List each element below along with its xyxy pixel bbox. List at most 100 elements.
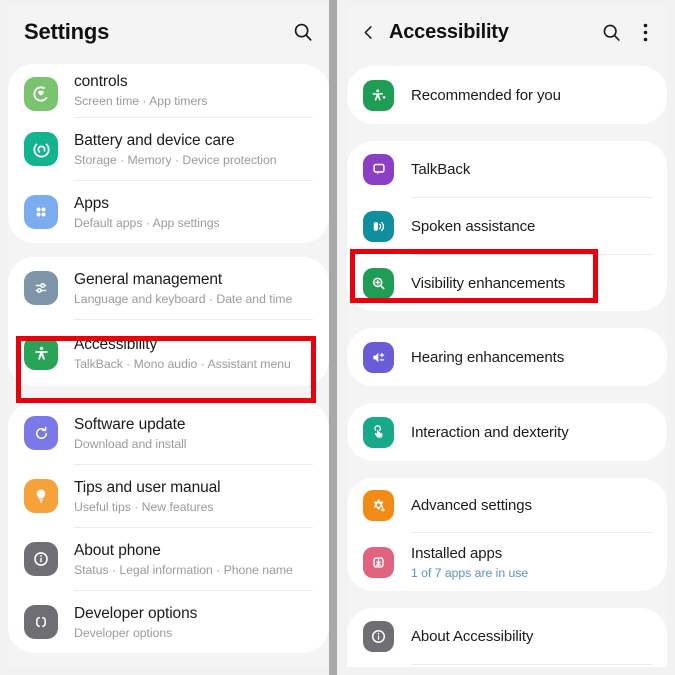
item-subtitle: Language and keyboard · Date and time xyxy=(74,291,293,306)
accessibility-group: About Accessibility Contact us xyxy=(347,608,667,667)
page-title: Settings xyxy=(24,19,110,44)
item-title: About Accessibility xyxy=(411,627,534,645)
dual-screenshot: Settings controls Screen time · App time… xyxy=(0,0,675,675)
item-title: Interaction and dexterity xyxy=(411,423,569,441)
accessibility-item-about-accessibility[interactable]: About Accessibility xyxy=(347,608,667,664)
accessibility-group: Interaction and dexterity xyxy=(347,403,667,461)
search-icon[interactable] xyxy=(599,20,623,44)
accessibility-heart-icon xyxy=(363,79,394,111)
item-title: Accessibility xyxy=(74,335,158,353)
settings-item-accessibility[interactable]: Accessibility TalkBack · Mono audio · As… xyxy=(8,320,329,386)
settings-item-text: Apps Default apps · App settings xyxy=(74,186,313,239)
chevron-left-icon[interactable] xyxy=(357,19,379,45)
accessibility-header-actions xyxy=(599,20,653,44)
accessibility-item-text: Recommended for you xyxy=(411,78,651,113)
item-title: Software update xyxy=(74,415,186,433)
item-title: controls xyxy=(74,73,128,90)
search-icon[interactable] xyxy=(291,20,315,44)
settings-screen: Settings controls Screen time · App time… xyxy=(0,0,337,675)
item-title: Visibility enhancements xyxy=(411,274,566,292)
item-subtitle: Screen time · App timers xyxy=(74,94,208,108)
device-care-icon xyxy=(24,132,58,166)
item-title: TalkBack xyxy=(411,160,471,178)
item-title: General management xyxy=(74,270,223,288)
accessibility-screen-content: Accessibility Recommended for you TalkBa… xyxy=(347,6,667,667)
settings-item-battery-and-device-care[interactable]: Battery and device care Storage · Memory… xyxy=(8,118,329,180)
settings-item-software-update[interactable]: Software update Download and install xyxy=(8,402,329,464)
accessibility-item-spoken-assistance[interactable]: Spoken assistance xyxy=(347,198,667,254)
settings-header-actions xyxy=(291,20,315,44)
apps-grid-icon xyxy=(24,195,58,229)
settings-header: Settings xyxy=(8,6,329,58)
accessibility-item-talkback[interactable]: TalkBack xyxy=(347,141,667,197)
info-circle-icon xyxy=(24,542,58,576)
item-subtitle: Developer options xyxy=(74,625,173,640)
accessibility-item-text: Spoken assistance xyxy=(411,209,651,244)
page-title: Accessibility xyxy=(389,20,509,43)
item-title: Tips and user manual xyxy=(74,478,221,496)
accessibility-item-interaction-and-dexterity[interactable]: Interaction and dexterity xyxy=(347,403,667,461)
accessibility-item-visibility-enhancements[interactable]: Visibility enhancements xyxy=(347,255,667,311)
settings-item-controls[interactable]: controls Screen time · App timers xyxy=(8,64,329,117)
item-title: Spoken assistance xyxy=(411,217,536,235)
accessibility-item-text: Hearing enhancements xyxy=(411,340,651,375)
settings-group: controls Screen time · App timers Batter… xyxy=(8,64,329,243)
item-subtitle: Storage · Memory · Device protection xyxy=(74,152,277,167)
code-braces-icon xyxy=(24,605,58,639)
accessibility-item-text: About Accessibility xyxy=(411,619,651,654)
accessibility-screen: Accessibility Recommended for you TalkBa… xyxy=(337,0,675,675)
item-title: About phone xyxy=(74,541,161,559)
settings-item-text: Accessibility TalkBack · Mono audio · As… xyxy=(74,327,313,380)
item-title: Installed apps xyxy=(411,544,503,562)
settings-item-developer-options[interactable]: Developer options Developer options xyxy=(8,591,329,653)
info-circle-icon xyxy=(363,620,394,652)
settings-item-about-phone[interactable]: About phone Status · Legal information ·… xyxy=(8,528,329,590)
item-title: Apps xyxy=(74,194,109,212)
accessibility-item-hearing-enhancements[interactable]: Hearing enhancements xyxy=(347,328,667,386)
settings-screen-content: Settings controls Screen time · App time… xyxy=(8,6,329,667)
accessibility-item-installed-apps[interactable]: Installed apps 1 of 7 apps are in use xyxy=(347,533,667,591)
settings-item-apps[interactable]: Apps Default apps · App settings xyxy=(8,181,329,243)
settings-item-text: Battery and device care Storage · Memory… xyxy=(74,123,313,176)
accessibility-item-text: TalkBack xyxy=(411,152,651,187)
speech-bubble-icon xyxy=(363,153,394,185)
settings-group: Software update Download and install Tip… xyxy=(8,402,329,653)
settings-item-text: controls Screen time · App timers xyxy=(74,64,313,117)
gear-plus-icon xyxy=(363,489,394,521)
software-update-icon xyxy=(24,416,58,450)
item-title: Hearing enhancements xyxy=(411,348,565,366)
settings-item-tips-and-user-manual[interactable]: Tips and user manual Useful tips · New f… xyxy=(8,465,329,527)
accessibility-group: Hearing enhancements xyxy=(347,328,667,386)
accessibility-group: TalkBack Spoken assistance Visibility en… xyxy=(347,141,667,311)
settings-item-general-management[interactable]: General management Language and keyboard… xyxy=(8,257,329,319)
item-subtitle: 1 of 7 apps are in use xyxy=(411,565,529,580)
accessibility-list[interactable]: Recommended for you TalkBack Spoken assi… xyxy=(347,56,667,667)
settings-item-text: Tips and user manual Useful tips · New f… xyxy=(74,470,313,523)
item-title: Battery and device care xyxy=(74,131,235,149)
accessibility-item-text: Advanced settings xyxy=(411,488,651,523)
accessibility-person-icon xyxy=(24,336,58,370)
digital-wellbeing-icon xyxy=(24,77,58,111)
settings-list[interactable]: controls Screen time · App timers Batter… xyxy=(8,56,329,667)
item-subtitle: Useful tips · New features xyxy=(74,499,214,514)
item-subtitle: TalkBack · Mono audio · Assistant menu xyxy=(74,356,291,371)
speaker-plusminus-icon xyxy=(363,341,394,373)
settings-item-text: Developer options Developer options xyxy=(74,596,313,649)
accessibility-item-text: Installed apps 1 of 7 apps are in use xyxy=(411,536,651,589)
settings-item-text: General management Language and keyboard… xyxy=(74,262,313,315)
kebab-menu-icon[interactable] xyxy=(637,20,653,44)
accessibility-header: Accessibility xyxy=(347,6,667,58)
settings-group: General management Language and keyboard… xyxy=(8,257,329,386)
sliders-icon xyxy=(24,271,58,305)
accessibility-item-text: Visibility enhancements xyxy=(411,266,651,301)
accessibility-item-advanced-settings[interactable]: Advanced settings xyxy=(347,478,667,532)
magnifier-plus-icon xyxy=(363,267,394,299)
accessibility-item-contact-us[interactable]: Contact us xyxy=(347,665,667,667)
lightbulb-icon xyxy=(24,479,58,513)
settings-item-text: Software update Download and install xyxy=(74,407,313,460)
tap-hand-icon xyxy=(363,416,394,448)
download-box-icon xyxy=(363,546,394,578)
item-title: Advanced settings xyxy=(411,496,532,514)
spoken-assistance-icon xyxy=(363,210,394,242)
accessibility-item-recommended-for-you[interactable]: Recommended for you xyxy=(347,66,667,124)
